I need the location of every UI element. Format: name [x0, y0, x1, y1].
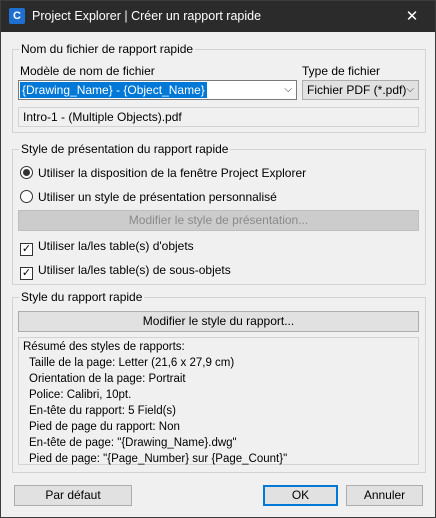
default-button[interactable]: Par défaut — [14, 485, 132, 506]
title-bar[interactable]: C Project Explorer | Créer un rapport ra… — [1, 1, 435, 32]
file-type-label: Type de fichier — [302, 64, 381, 78]
chevron-down-icon[interactable]: ⌵ — [284, 83, 292, 97]
modify-report-style-button[interactable]: Modifier le style du rapport... — [18, 311, 419, 332]
cancel-button[interactable]: Annuler — [346, 485, 423, 506]
summary-line: Police: Calibri, 10pt. — [29, 389, 132, 401]
presentation-group-legend: Style de présentation du rapport rapide — [21, 142, 229, 156]
radio-explorer-label[interactable]: Utiliser la disposition de la fenêtre Pr… — [38, 166, 306, 180]
close-button[interactable]: ✕ — [389, 1, 435, 32]
summary-line: En-tête de page: "{Drawing_Name}.dwg" — [29, 437, 237, 449]
checkmark-icon[interactable]: ✓ — [20, 267, 33, 280]
checkmark-icon[interactable]: ✓ — [20, 243, 33, 256]
radio-custom-label[interactable]: Utiliser un style de présentation person… — [38, 190, 277, 204]
file-name-group-legend: Nom du fichier de rapport rapide — [21, 42, 194, 56]
chevron-down-icon: ⌵ — [406, 84, 414, 95]
radio-explorer-layout[interactable]: Utiliser la disposition de la fenêtre Pr… — [20, 166, 306, 180]
summary-line: Orientation de la page: Portrait — [29, 373, 186, 385]
report-style-group-legend: Style du rapport rapide — [21, 290, 143, 304]
summary-title: Résumé des styles de rapports: — [23, 341, 185, 353]
radio-selected-icon[interactable] — [20, 166, 33, 179]
check-subobjects-label[interactable]: Utiliser la/les table(s) de sous-objets — [38, 263, 231, 277]
file-type-value: Fichier PDF (*.pdf) — [307, 83, 407, 97]
summary-line: Pied de page: "{Page_Number} sur {Page_C… — [29, 453, 288, 465]
summary-line: Pied de page du rapport: Non — [29, 421, 180, 433]
template-input-value[interactable]: {Drawing_Name} - {Object_Name} — [20, 82, 207, 98]
window-title: Project Explorer | Créer un rapport rapi… — [32, 9, 262, 23]
check-objects-label[interactable]: Utiliser la/les table(s) d'objets — [38, 239, 194, 253]
radio-unselected-icon[interactable] — [20, 190, 33, 203]
modify-presentation-button: Modifier le style de présentation... — [18, 210, 419, 231]
template-combobox[interactable]: {Drawing_Name} - {Object_Name} ⌵ — [18, 80, 297, 100]
check-subobject-tables[interactable]: ✓ Utiliser la/les table(s) de sous-objets — [20, 263, 231, 280]
template-label: Modèle de nom de fichier — [20, 64, 155, 78]
check-object-tables[interactable]: ✓ Utiliser la/les table(s) d'objets — [20, 239, 194, 256]
report-summary-panel: Résumé des styles de rapports: Taille de… — [18, 337, 419, 465]
dialog-window: C Project Explorer | Créer un rapport ra… — [0, 0, 436, 518]
filename-preview: Intro-1 - (Multiple Objects).pdf — [18, 107, 419, 127]
close-icon: ✕ — [405, 8, 419, 25]
radio-custom-style[interactable]: Utiliser un style de présentation person… — [20, 190, 277, 204]
summary-line: En-tête du rapport: 5 Field(s) — [29, 405, 177, 417]
summary-line: Taille de la page: Letter (21,6 x 27,9 c… — [29, 357, 235, 369]
ok-button[interactable]: OK — [263, 485, 338, 506]
file-type-select[interactable]: Fichier PDF (*.pdf) ⌵ — [302, 80, 419, 100]
app-icon: C — [9, 8, 25, 24]
